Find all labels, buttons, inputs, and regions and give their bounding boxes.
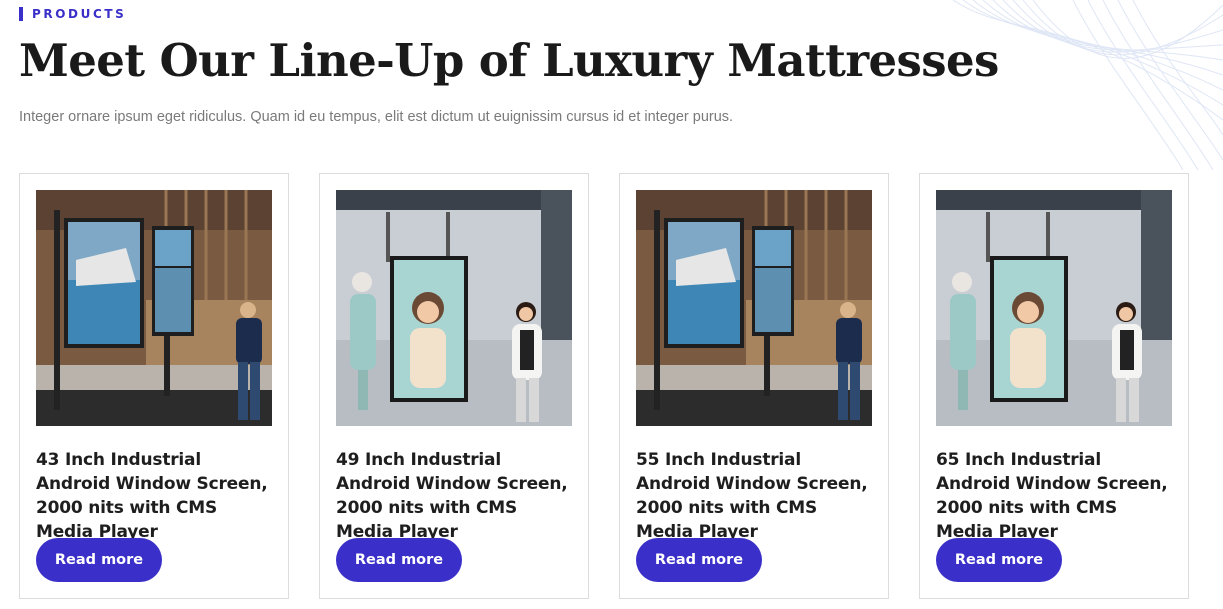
- read-more-button[interactable]: Read more: [336, 538, 462, 582]
- product-title: 55 Inch Industrial Android Window Screen…: [636, 450, 868, 542]
- product-title: 65 Inch Industrial Android Window Screen…: [936, 450, 1168, 542]
- product-card: 49 Inch Industrial Android Window Screen…: [319, 173, 589, 599]
- page-title: Meet Our Line-Up of Luxury Mattresses: [19, 34, 999, 87]
- product-card: 43 Inch Industrial Android Window Screen…: [19, 173, 289, 599]
- product-card: 65 Inch Industrial Android Window Screen…: [919, 173, 1189, 599]
- product-image[interactable]: [36, 190, 272, 426]
- product-grid: 43 Inch Industrial Android Window Screen…: [19, 173, 1189, 599]
- product-title: 49 Inch Industrial Android Window Screen…: [336, 450, 568, 542]
- page-subtitle: Integer ornare ipsum eget ridiculus. Qua…: [19, 109, 734, 125]
- read-more-button[interactable]: Read more: [936, 538, 1062, 582]
- product-title: 43 Inch Industrial Android Window Screen…: [36, 450, 268, 542]
- product-image[interactable]: [936, 190, 1172, 426]
- product-image[interactable]: [336, 190, 572, 426]
- product-card: 55 Inch Industrial Android Window Screen…: [619, 173, 889, 599]
- section-eyebrow: PRODUCTS: [19, 7, 126, 21]
- eyebrow-label: PRODUCTS: [32, 7, 127, 21]
- eyebrow-accent-bar: [19, 7, 23, 21]
- product-image[interactable]: [636, 190, 872, 426]
- read-more-button[interactable]: Read more: [36, 538, 162, 582]
- read-more-button[interactable]: Read more: [636, 538, 762, 582]
